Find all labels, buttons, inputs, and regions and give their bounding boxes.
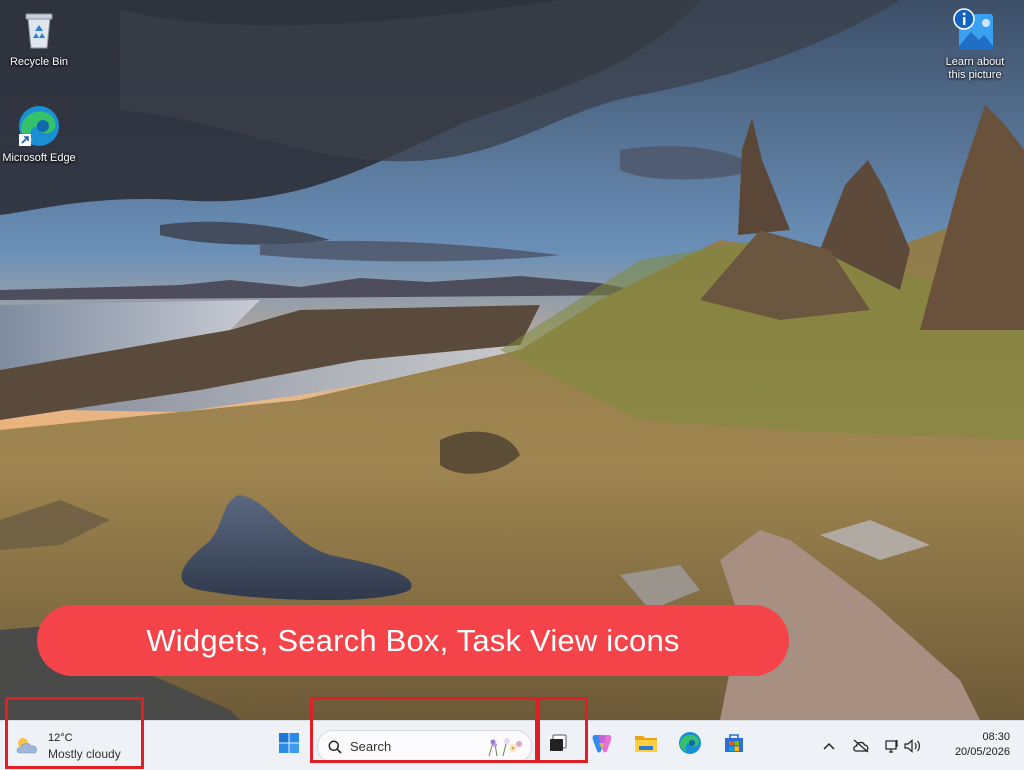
desktop-icon-edge[interactable]: Microsoft Edge — [2, 104, 76, 165]
clock-time: 08:30 — [982, 731, 1010, 743]
learn-about-picture-icon — [953, 8, 997, 52]
file-explorer-button[interactable] — [630, 729, 662, 761]
weather-temperature: 12°C — [48, 731, 73, 744]
cloud-sun-icon — [14, 735, 40, 757]
edge-label: Microsoft Edge — [2, 152, 76, 164]
task-view-button[interactable] — [542, 729, 574, 761]
task-view-icon — [547, 732, 569, 759]
recycle-bin-label: Recycle Bin — [9, 56, 69, 68]
network-icon[interactable] — [884, 738, 900, 754]
widgets-button[interactable]: 12°C Mostly cloudy — [14, 729, 121, 763]
copilot-icon — [590, 731, 614, 760]
file-explorer-icon — [634, 732, 658, 759]
search-icon — [328, 740, 342, 754]
taskbar: 12°C Mostly cloudy Search 08:30 20/05/20… — [0, 720, 1024, 770]
edge-icon — [17, 104, 61, 148]
search-box[interactable]: Search — [317, 730, 532, 763]
cloud-offline-icon[interactable] — [852, 739, 870, 753]
annotation-banner-text: Widgets, Search Box, Task View icons — [146, 622, 680, 658]
microsoft-store-button[interactable] — [718, 729, 750, 761]
desktop-icon-learn-about-picture[interactable]: Learn about this picture — [938, 8, 1012, 82]
annotation-banner: Widgets, Search Box, Task View icons — [37, 605, 789, 676]
chevron-up-icon[interactable] — [820, 742, 838, 750]
microsoft-store-icon — [723, 732, 745, 759]
desktop-icon-recycle-bin[interactable]: Recycle Bin — [2, 8, 76, 69]
start-icon — [278, 732, 300, 759]
system-clock[interactable]: 08:30 20/05/2026 — [955, 730, 1010, 760]
start-button[interactable] — [273, 729, 305, 761]
search-placeholder: Search — [350, 739, 392, 754]
copilot-button[interactable] — [586, 729, 618, 761]
edge-taskbar-button[interactable] — [674, 729, 706, 761]
recycle-bin-icon — [17, 8, 61, 52]
search-highlight-flowers-icon — [483, 736, 525, 758]
clock-date: 20/05/2026 — [954, 746, 1010, 758]
edge-icon — [678, 731, 702, 760]
learn-about-picture-label: Learn about this picture — [945, 56, 1005, 81]
weather-condition: Mostly cloudy — [48, 746, 121, 761]
volume-icon[interactable] — [904, 738, 922, 753]
